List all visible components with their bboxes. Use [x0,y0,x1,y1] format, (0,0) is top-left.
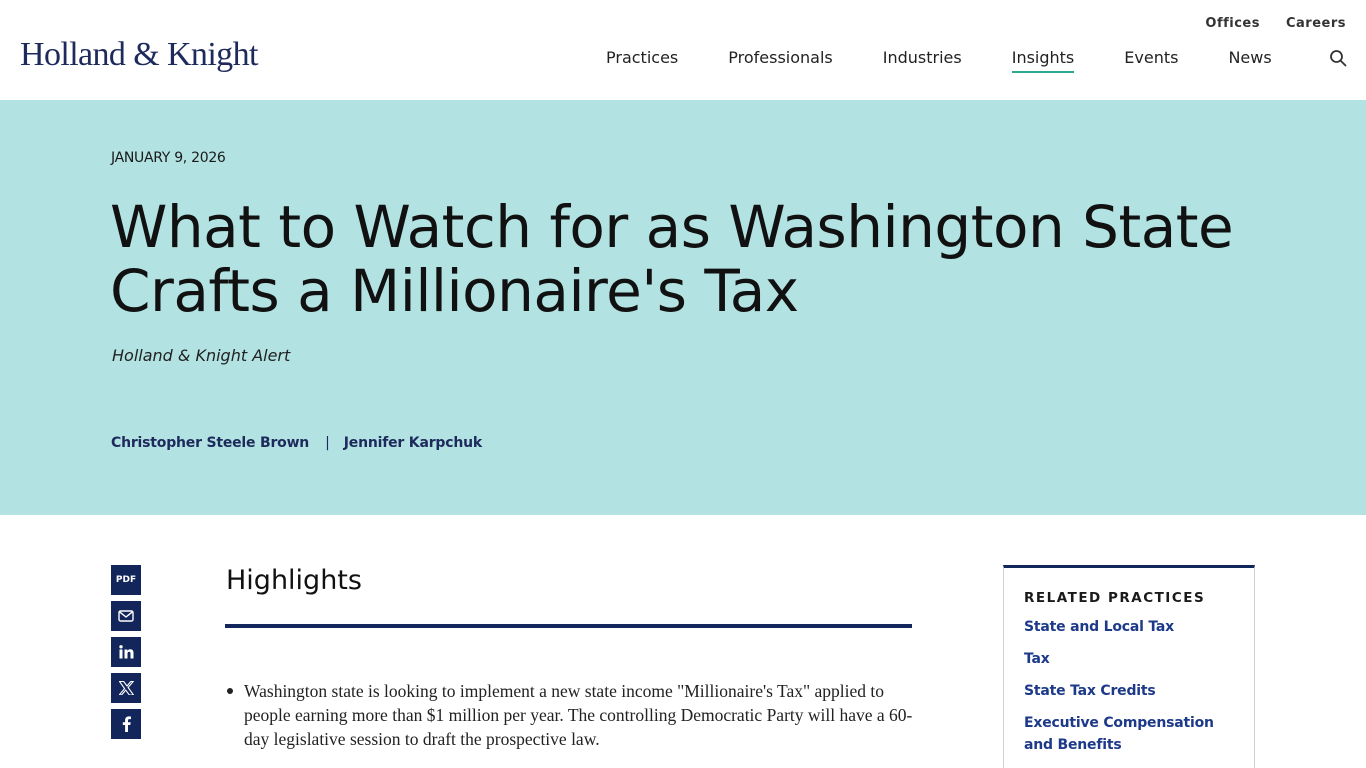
related-practice-link[interactable]: State and Local Tax [1024,616,1234,638]
email-share-button[interactable] [111,601,141,631]
nav-item-news[interactable]: News [1228,48,1271,71]
nav-item-professionals[interactable]: Professionals [728,48,833,71]
utility-link-careers[interactable]: Careers [1286,16,1346,31]
related-practice-link[interactable]: Tax [1024,648,1234,670]
highlights-divider [225,624,912,628]
logo[interactable]: Holland & Knight [20,36,258,74]
article-type: Holland & Knight Alert [112,346,291,365]
utility-nav: Offices Careers [1205,16,1346,31]
related-practice-link[interactable]: Executive Compensation and Benefits [1024,712,1234,756]
share-bar: PDF [111,565,141,739]
facebook-icon [122,716,131,732]
nav-item-practices[interactable]: Practices [606,48,678,71]
author-separator: | [325,435,330,451]
linkedin-icon [118,645,133,659]
site-header: Holland & Knight Offices Careers Practic… [0,0,1366,100]
author-link[interactable]: Christopher Steele Brown [111,435,309,451]
pdf-button[interactable]: PDF [111,565,141,595]
x-share-button[interactable] [111,673,141,703]
x-icon [118,681,134,695]
article-date: JANUARY 9, 2026 [111,150,226,166]
nav-item-events[interactable]: Events [1124,48,1178,71]
main-nav: Practices Professionals Industries Insig… [606,48,1322,73]
facebook-share-button[interactable] [111,709,141,739]
highlight-item: Washington state is looking to implement… [227,679,916,751]
search-icon[interactable] [1329,49,1347,67]
highlights-heading: Highlights [226,565,362,596]
author-list: Christopher Steele Brown | Jennifer Karp… [111,435,482,451]
email-icon [118,610,134,622]
related-practices-panel: RELATED PRACTICES State and Local Tax Ta… [1003,565,1255,768]
linkedin-share-button[interactable] [111,637,141,667]
related-practices-heading: RELATED PRACTICES [1024,590,1206,606]
utility-link-offices[interactable]: Offices [1205,16,1260,31]
pdf-label: PDF [115,575,137,585]
nav-item-industries[interactable]: Industries [883,48,962,71]
article-hero: JANUARY 9, 2026 What to Watch for as Was… [0,100,1366,515]
nav-item-insights[interactable]: Insights [1011,48,1075,73]
article-title: What to Watch for as Washington State Cr… [110,193,1234,325]
author-link[interactable]: Jennifer Karpchuk [344,435,482,451]
related-practice-link[interactable]: State Tax Credits [1024,680,1234,702]
highlights-list: Washington state is looking to implement… [227,679,916,751]
